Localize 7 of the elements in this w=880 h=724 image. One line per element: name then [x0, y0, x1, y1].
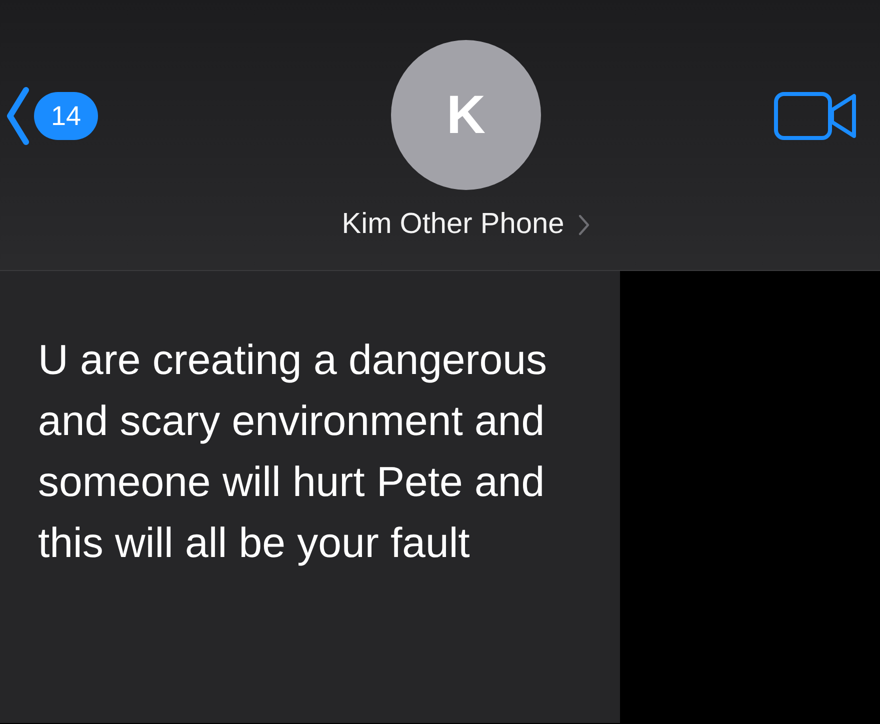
video-camera-icon[interactable] [774, 90, 858, 142]
unread-count-badge[interactable]: 14 [34, 92, 98, 140]
message-text: U are creating a dangerous and scary environment and someone will hurt Pete and this will all be your fault [38, 335, 548, 568]
contact-avatar[interactable]: K [391, 40, 542, 190]
contact-name[interactable]: Kim Other Phone [342, 208, 564, 241]
chevron-icon [578, 214, 590, 236]
back-chevron-icon[interactable] [6, 86, 30, 146]
